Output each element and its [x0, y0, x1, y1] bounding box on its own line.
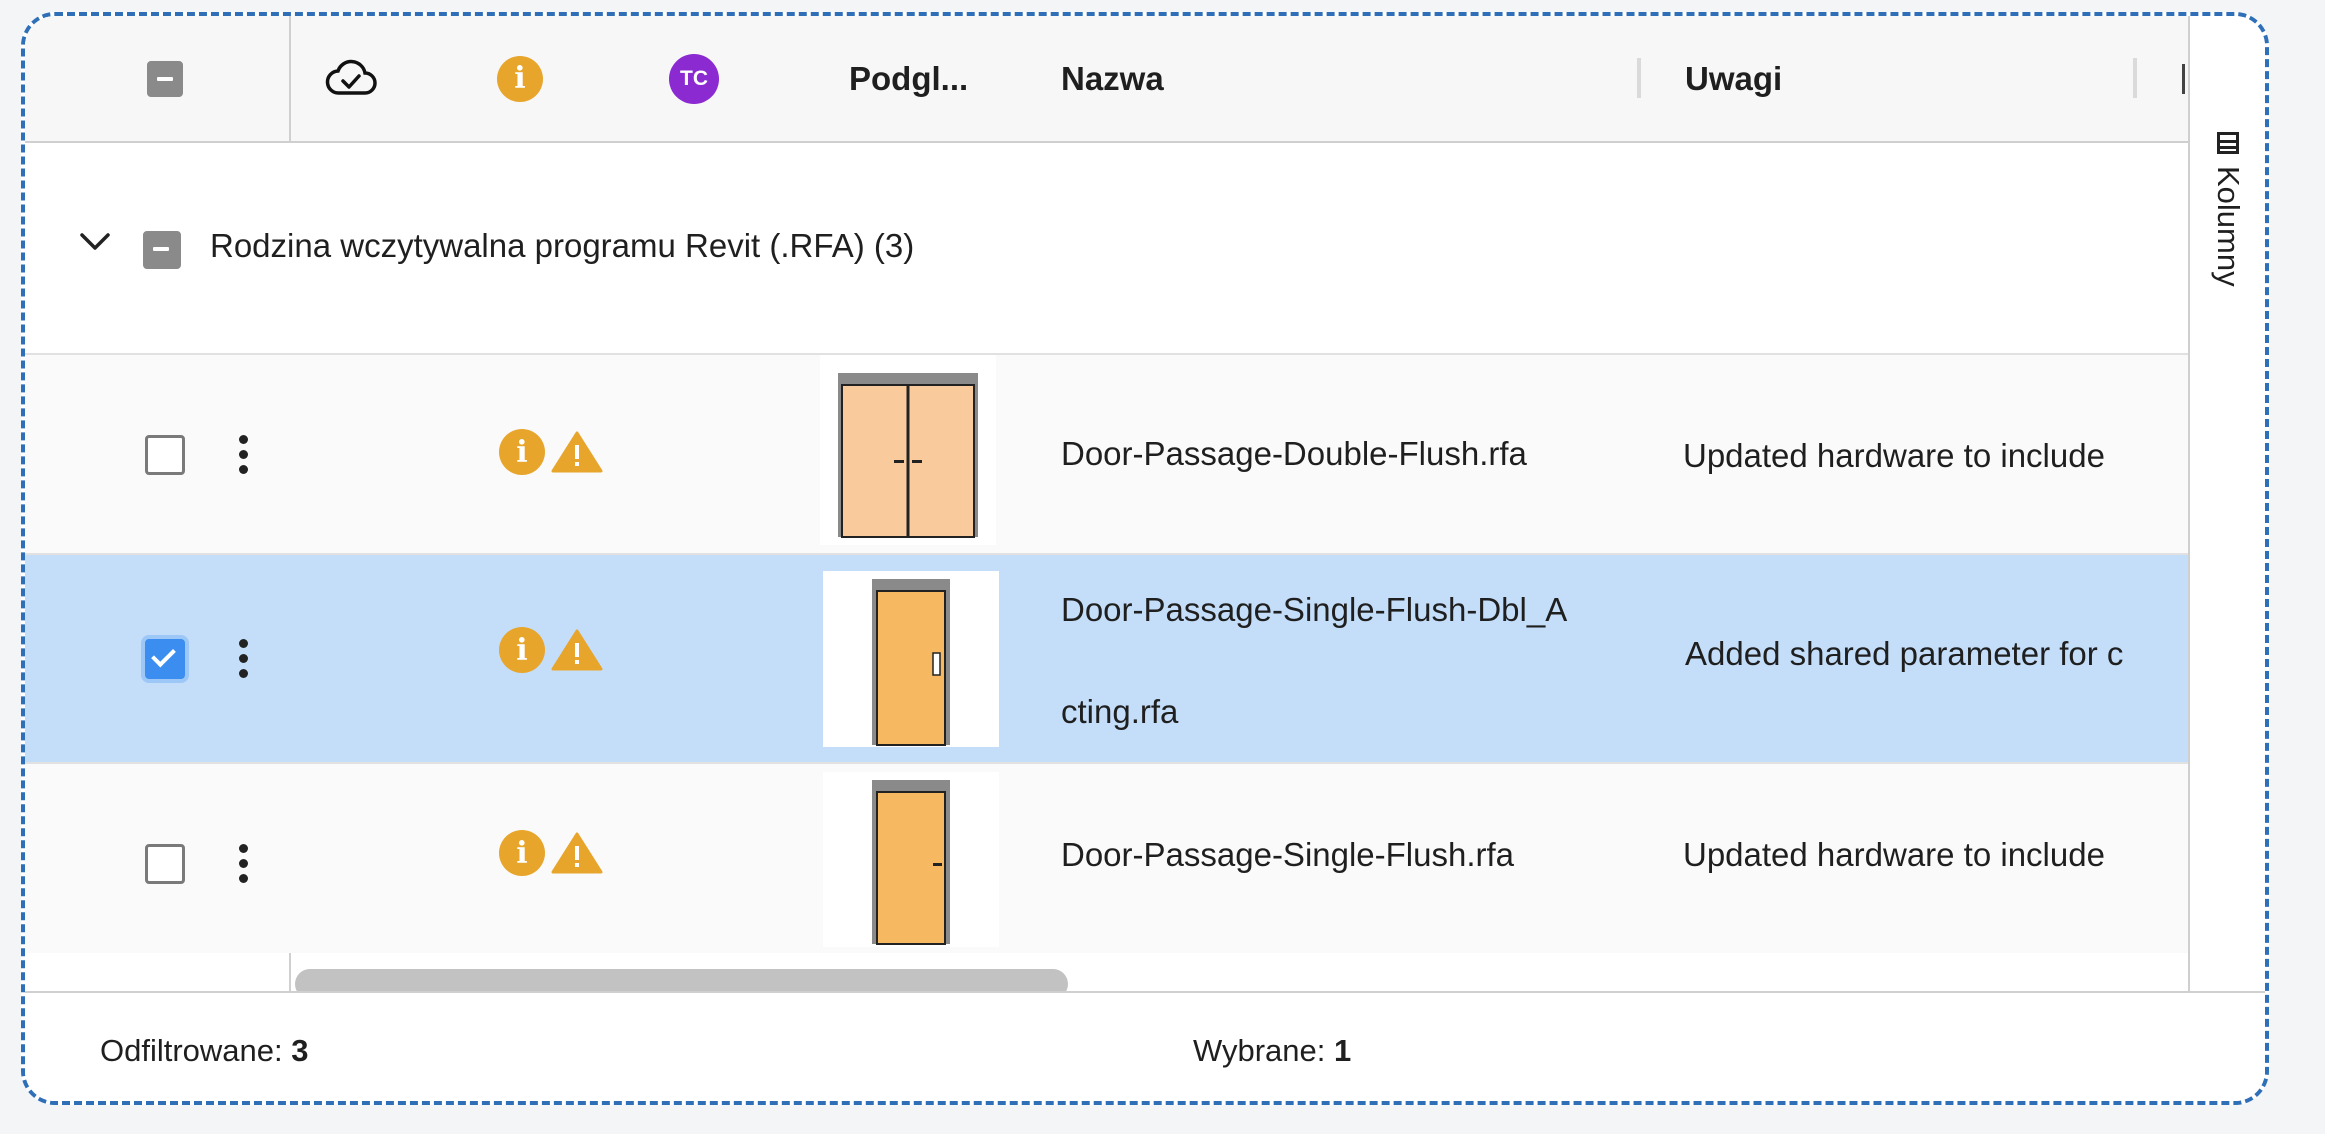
group-checkbox[interactable]	[143, 231, 181, 269]
columns-icon	[2217, 132, 2239, 154]
info-icon: i	[497, 55, 543, 102]
row-menu-button[interactable]	[237, 844, 249, 883]
preview-thumbnail[interactable]	[823, 772, 999, 947]
group-label: Rodzina wczytywalna programu Revit (.RFA…	[210, 227, 915, 264]
single-door-preview-icon	[872, 579, 950, 746]
columns-side-panel: Kolumny	[2188, 16, 2265, 991]
row-menu-button[interactable]	[237, 435, 249, 474]
chevron-down-icon[interactable]	[79, 232, 111, 252]
file-name-line-1: Door-Passage-Single-Flush-Dbl_A	[1061, 591, 1568, 628]
header-user[interactable]: TC	[669, 16, 719, 141]
cloud-check-icon	[325, 59, 377, 95]
warning-icon[interactable]	[551, 430, 603, 474]
table-row[interactable]: i Door-Passage-Single-Flush.rfa Updated …	[25, 764, 2188, 955]
selected-value: 1	[1334, 1033, 1352, 1068]
status-bar: Odfiltrowane: 3 Wybrane: 1	[25, 991, 2265, 1101]
file-notes: Updated hardware to include	[1683, 437, 2105, 474]
info-icon[interactable]: i	[499, 830, 545, 876]
header-name[interactable]: Nazwa	[1061, 16, 1164, 141]
column-resize-handle[interactable]	[1637, 58, 1641, 98]
row-checkbox[interactable]	[145, 435, 185, 475]
header-select-all[interactable]	[147, 16, 183, 141]
table-row-selected[interactable]: i Door-Passage-Single-Flush-Dbl_A cting.…	[25, 555, 2188, 764]
row-status-icons: i	[499, 830, 603, 876]
file-notes: Updated hardware to include	[1683, 836, 2105, 873]
file-name-line-2: cting.rfa	[1061, 693, 1179, 730]
data-grid: i TC Podgl... Nazwa Uwagi Rodzina wczyty…	[25, 16, 2188, 999]
selected-label: Wybrane:	[1193, 1033, 1326, 1068]
header-cloud[interactable]	[325, 16, 377, 141]
preview-thumbnail[interactable]	[820, 355, 996, 545]
column-resize-handle[interactable]	[2133, 58, 2137, 98]
data-grid-frame: i TC Podgl... Nazwa Uwagi Rodzina wczyty…	[21, 12, 2269, 1105]
filtered-count: Odfiltrowane: 3	[100, 1033, 309, 1069]
horizontal-scrollbar-track[interactable]	[25, 953, 2188, 999]
filtered-label: Odfiltrowane:	[100, 1033, 283, 1068]
double-door-preview-icon	[838, 373, 978, 538]
file-name: Door-Passage-Double-Flush.rfa	[1061, 435, 1527, 472]
user-badge: TC	[669, 53, 719, 104]
row-checkbox[interactable]	[145, 639, 185, 679]
row-status-icons: i	[499, 627, 603, 673]
filtered-value: 3	[291, 1033, 309, 1068]
pinned-divider	[289, 953, 291, 991]
info-icon[interactable]: i	[499, 627, 545, 673]
columns-tab[interactable]: Kolumny	[2198, 132, 2258, 332]
info-icon[interactable]: i	[499, 429, 545, 475]
row-menu-button[interactable]	[237, 639, 249, 678]
select-all-checkbox[interactable]	[147, 60, 183, 97]
table-row[interactable]: i Door-Passage-Double-Flush.rfa Updated …	[25, 355, 2188, 555]
file-name: Door-Passage-Single-Flush.rfa	[1061, 836, 1515, 873]
columns-tab-label: Kolumny	[2211, 166, 2246, 287]
single-door-preview-icon	[872, 780, 950, 945]
warning-icon[interactable]	[551, 831, 603, 875]
preview-thumbnail[interactable]	[823, 571, 999, 747]
grid-header: i TC Podgl... Nazwa Uwagi	[25, 16, 2188, 143]
row-status-icons: i	[499, 429, 603, 475]
header-notes[interactable]: Uwagi	[1685, 16, 1782, 141]
selected-count: Wybrane: 1	[1193, 1033, 1351, 1069]
next-column-edge	[2182, 64, 2185, 94]
row-checkbox[interactable]	[145, 844, 185, 884]
header-divider	[289, 16, 291, 141]
warning-icon[interactable]	[551, 628, 603, 672]
file-notes: Added shared parameter for c	[1685, 635, 2124, 672]
header-info[interactable]: i	[497, 16, 543, 141]
header-preview[interactable]: Podgl...	[849, 16, 968, 141]
group-row: Rodzina wczytywalna programu Revit (.RFA…	[25, 143, 2188, 355]
